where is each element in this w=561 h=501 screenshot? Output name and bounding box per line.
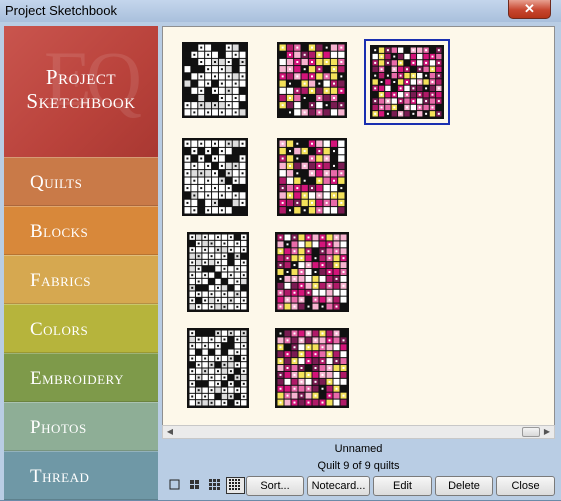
quilt-thumbnail[interactable] xyxy=(275,328,349,408)
title-bar[interactable]: Project Sketchbook ✕ xyxy=(0,0,561,22)
window-close-button[interactable]: ✕ xyxy=(508,0,551,19)
quilt-thumbnail[interactable] xyxy=(277,42,347,118)
quilt-thumbnail[interactable] xyxy=(182,42,248,118)
sixteen-grid-view-icon xyxy=(229,479,240,490)
project-sketchbook-logo: EQ Project Sketchbook xyxy=(4,26,158,157)
four-grid-view-button[interactable] xyxy=(186,477,205,494)
logo-line-2: Sketchbook xyxy=(26,89,136,113)
sidebar: EQ Project Sketchbook Quilts Blocks Fabr… xyxy=(4,26,158,500)
sort-button[interactable]: Sort... xyxy=(246,476,304,496)
window-title: Project Sketchbook xyxy=(5,3,118,18)
sidebar-item-fabrics[interactable]: Fabrics xyxy=(4,255,158,304)
quilt-thumbnail[interactable] xyxy=(187,232,249,312)
horizontal-scrollbar[interactable]: ◀ ▶ xyxy=(162,425,555,439)
sidebar-item-blocks[interactable]: Blocks xyxy=(4,206,158,255)
notecard-button[interactable]: Notecard... xyxy=(307,476,370,496)
quilt-thumbnail[interactable] xyxy=(182,138,248,216)
sidebar-item-embroidery[interactable]: Embroidery xyxy=(4,353,158,402)
sixteen-grid-view-button[interactable] xyxy=(226,477,245,494)
logo-line-1: Project xyxy=(45,65,117,89)
quilt-thumbnail[interactable] xyxy=(277,138,347,216)
single-view-icon xyxy=(169,479,180,490)
four-grid-view-icon xyxy=(190,480,199,489)
quilt-thumbnail[interactable] xyxy=(364,39,450,125)
scrollbar-thumb[interactable] xyxy=(522,427,540,437)
quilt-thumbnail[interactable] xyxy=(187,328,249,408)
sidebar-item-quilts[interactable]: Quilts xyxy=(4,157,158,206)
scroll-left-icon[interactable]: ◀ xyxy=(163,426,177,438)
nine-grid-view-icon xyxy=(209,479,220,490)
edit-button[interactable]: Edit xyxy=(373,476,432,496)
quilt-count-label: Quilt 9 of 9 quilts xyxy=(317,460,400,472)
sidebar-item-colors[interactable]: Colors xyxy=(4,304,158,353)
close-button[interactable]: Close xyxy=(496,476,555,496)
single-view-button[interactable] xyxy=(166,477,185,494)
quilt-thumbnail[interactable] xyxy=(275,232,349,312)
sidebar-item-photos[interactable]: Photos xyxy=(4,402,158,451)
scroll-right-icon[interactable]: ▶ xyxy=(540,426,554,438)
nine-grid-view-button[interactable] xyxy=(206,477,225,494)
sidebar-item-thread[interactable]: Thread xyxy=(4,451,158,500)
delete-button[interactable]: Delete xyxy=(435,476,493,496)
quilt-name-label: Unnamed xyxy=(334,443,383,455)
project-sketchbook-window: Project Sketchbook ✕ EQ Project Sketchbo… xyxy=(0,0,561,500)
